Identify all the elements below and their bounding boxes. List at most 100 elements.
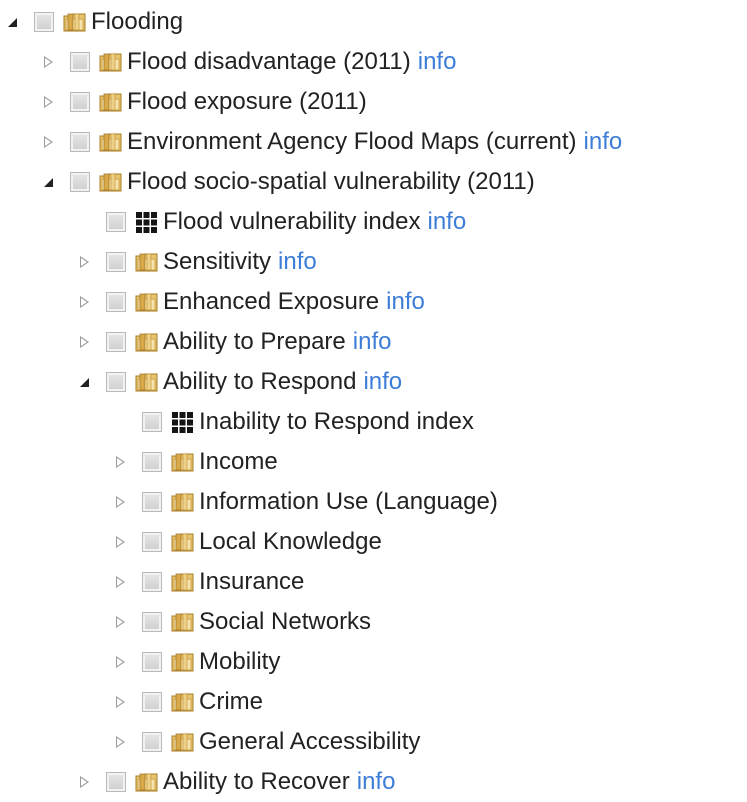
tree-row[interactable]: Information Use (Language)	[113, 482, 498, 522]
tree-row[interactable]: Crime	[113, 682, 263, 722]
tree-row-label[interactable]: Mobility	[199, 648, 280, 676]
tree-row-label[interactable]: Information Use (Language)	[199, 488, 498, 516]
collapse-toggle-icon[interactable]	[41, 135, 55, 149]
tree-row[interactable]: Environment Agency Flood Maps (current) i…	[41, 122, 622, 162]
tree-row-label[interactable]: Ability to Prepare	[163, 328, 346, 356]
folder-icon	[170, 610, 199, 635]
tree-row[interactable]: Mobility	[113, 642, 280, 682]
folder-icon	[170, 450, 199, 475]
layer-checkbox[interactable]	[70, 52, 90, 72]
layer-checkbox[interactable]	[70, 132, 90, 152]
expand-toggle-icon[interactable]	[5, 15, 19, 29]
collapse-toggle-icon[interactable]	[113, 495, 127, 509]
collapse-toggle-icon[interactable]	[113, 655, 127, 669]
tree-row-label[interactable]: Flood exposure (2011)	[127, 88, 367, 116]
layer-checkbox[interactable]	[106, 372, 126, 392]
tree-row[interactable]: Income	[113, 442, 278, 482]
tree-row[interactable]: Insurance	[113, 562, 304, 602]
layer-checkbox[interactable]	[34, 12, 54, 32]
expand-toggle-icon[interactable]	[77, 375, 91, 389]
info-link[interactable]: info	[278, 248, 317, 276]
tree-row[interactable]: Flood vulnerability index info	[77, 202, 466, 242]
folder-icon	[98, 50, 127, 75]
collapse-toggle-icon[interactable]	[113, 575, 127, 589]
collapse-toggle-icon[interactable]	[113, 455, 127, 469]
folder-icon	[98, 130, 127, 155]
layer-checkbox[interactable]	[70, 92, 90, 112]
folder-icon	[134, 770, 163, 795]
collapse-toggle-icon[interactable]	[41, 95, 55, 109]
tree-row[interactable]: General Accessibility	[113, 722, 420, 762]
tree-row-label[interactable]: General Accessibility	[199, 728, 420, 756]
layer-checkbox[interactable]	[142, 412, 162, 432]
tree-row-label[interactable]: Flooding	[91, 8, 183, 36]
tree-row[interactable]: Flood disadvantage (2011) info	[41, 42, 456, 82]
layer-checkbox[interactable]	[106, 332, 126, 352]
layer-checkbox[interactable]	[142, 652, 162, 672]
collapse-toggle-icon[interactable]	[41, 55, 55, 69]
collapse-toggle-icon[interactable]	[113, 535, 127, 549]
info-link[interactable]: info	[584, 128, 623, 156]
folder-icon	[170, 690, 199, 715]
folder-icon	[170, 530, 199, 555]
folder-icon	[62, 10, 91, 35]
tree-row-label[interactable]: Flood disadvantage (2011)	[127, 48, 411, 76]
layer-tree: Flooding Flood disadvantage (2011) info Flo…	[0, 0, 747, 797]
tree-row-label[interactable]: Flood vulnerability index	[163, 208, 420, 236]
layer-checkbox[interactable]	[106, 252, 126, 272]
info-link[interactable]: info	[363, 368, 402, 396]
layer-checkbox[interactable]	[106, 292, 126, 312]
tree-row[interactable]: Social Networks	[113, 602, 371, 642]
tree-row[interactable]: Ability to Prepare info	[77, 322, 391, 362]
tree-row[interactable]: Enhanced Exposure info	[77, 282, 425, 322]
collapse-toggle-icon[interactable]	[77, 295, 91, 309]
info-link[interactable]: info	[386, 288, 425, 316]
layer-checkbox[interactable]	[142, 732, 162, 752]
collapse-toggle-icon[interactable]	[77, 775, 91, 789]
info-link[interactable]: info	[353, 328, 392, 356]
layer-checkbox[interactable]	[142, 692, 162, 712]
tree-row-label[interactable]: Inability to Respond index	[199, 408, 474, 436]
tree-row-label[interactable]: Ability to Respond	[163, 368, 356, 396]
collapse-toggle-icon[interactable]	[113, 735, 127, 749]
info-link[interactable]: info	[357, 768, 396, 796]
collapse-toggle-icon[interactable]	[113, 615, 127, 629]
tree-row-label[interactable]: Ability to Recover	[163, 768, 350, 796]
layer-checkbox[interactable]	[142, 612, 162, 632]
tree-row[interactable]: Ability to Recover info	[77, 762, 395, 802]
tree-row[interactable]: Inability to Respond index	[113, 402, 474, 442]
tree-row[interactable]: Sensitivity info	[77, 242, 317, 282]
grid-layer-icon	[170, 410, 199, 435]
tree-row-label[interactable]: Local Knowledge	[199, 528, 382, 556]
tree-row[interactable]: Flood exposure (2011)	[41, 82, 367, 122]
folder-icon	[98, 170, 127, 195]
expand-toggle-icon[interactable]	[41, 175, 55, 189]
tree-row-label[interactable]: Income	[199, 448, 278, 476]
tree-row[interactable]: Flood socio-spatial vulnerability (2011)	[41, 162, 535, 202]
tree-row[interactable]: Flooding	[5, 2, 183, 42]
tree-row-label[interactable]: Social Networks	[199, 608, 371, 636]
info-link[interactable]: info	[418, 48, 457, 76]
layer-checkbox[interactable]	[106, 212, 126, 232]
collapse-toggle-icon[interactable]	[77, 255, 91, 269]
layer-checkbox[interactable]	[142, 452, 162, 472]
tree-row-label[interactable]: Flood socio-spatial vulnerability (2011)	[127, 168, 535, 196]
tree-row[interactable]: Local Knowledge	[113, 522, 382, 562]
tree-row-label[interactable]: Insurance	[199, 568, 304, 596]
layer-checkbox[interactable]	[142, 492, 162, 512]
folder-icon	[134, 370, 163, 395]
grid-layer-icon	[134, 210, 163, 235]
tree-row-label[interactable]: Environment Agency Flood Maps (current)	[127, 128, 577, 156]
tree-row-label[interactable]: Crime	[199, 688, 263, 716]
layer-checkbox[interactable]	[70, 172, 90, 192]
tree-row[interactable]: Ability to Respond info	[77, 362, 402, 402]
collapse-toggle-icon[interactable]	[113, 695, 127, 709]
info-link[interactable]: info	[427, 208, 466, 236]
layer-checkbox[interactable]	[106, 772, 126, 792]
layer-checkbox[interactable]	[142, 572, 162, 592]
collapse-toggle-icon[interactable]	[77, 335, 91, 349]
tree-row-label[interactable]: Enhanced Exposure	[163, 288, 379, 316]
folder-icon	[170, 730, 199, 755]
layer-checkbox[interactable]	[142, 532, 162, 552]
tree-row-label[interactable]: Sensitivity	[163, 248, 271, 276]
